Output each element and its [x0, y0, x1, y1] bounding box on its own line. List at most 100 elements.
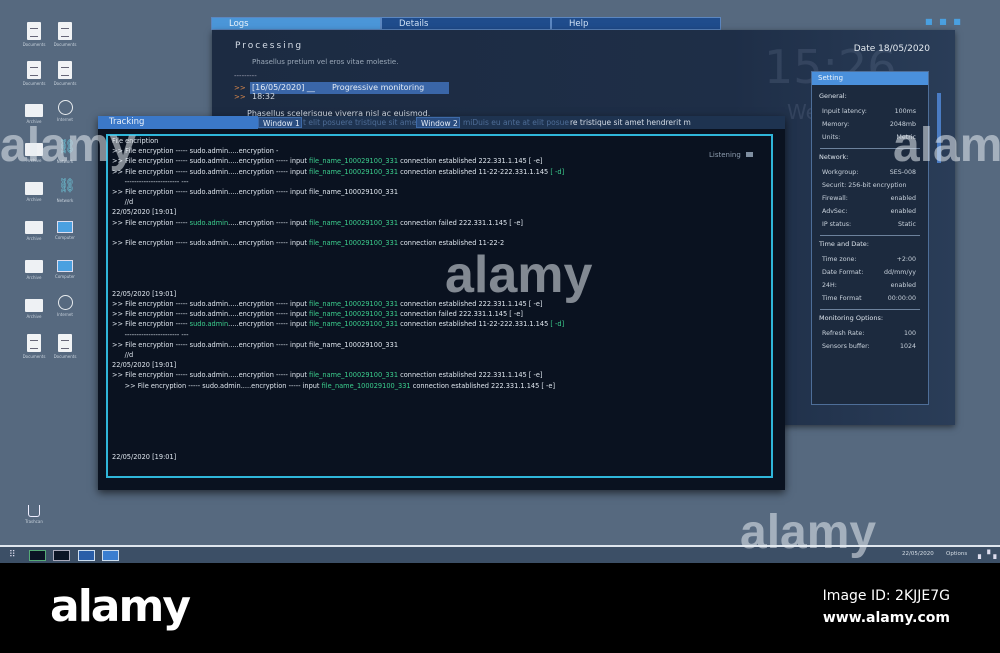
log-text: 22/05/2020 [19:01]: [112, 208, 177, 217]
desktop-icon-comp[interactable]: Computer: [50, 217, 80, 240]
setting-value: Metric: [896, 134, 916, 141]
tab-help[interactable]: Help: [551, 17, 721, 30]
mail-app-icon[interactable]: [78, 550, 95, 561]
desktop-icon-label: Documents: [53, 354, 77, 359]
desktop-icon-doc[interactable]: Documents: [50, 334, 80, 359]
tab-details[interactable]: Details: [381, 17, 551, 30]
log-line: >> File encryption ----- sudo.admin.....…: [112, 319, 564, 329]
desktop-icon-fold[interactable]: Archive: [19, 217, 49, 241]
divider: [820, 148, 920, 149]
alamy-url: www.alamy.com: [822, 610, 950, 626]
window-dots-icon[interactable]: ■ ■ ■: [925, 17, 963, 26]
settings-row: Memory: 2048mb: [812, 118, 928, 131]
network-icon: ⛓: [58, 178, 76, 194]
tracking-title[interactable]: Tracking: [98, 116, 258, 129]
log-text: >> File encryption -----: [112, 320, 190, 329]
desktop-icon-net[interactable]: ⛓ Network: [50, 178, 80, 203]
setting-label: 24H:: [822, 282, 837, 289]
settings-section-title: Time and Date:: [819, 240, 869, 248]
log-line: >> File encryption ----- sudo.admin.....…: [112, 309, 564, 319]
desktop-icon-label: Documents: [53, 42, 77, 47]
entry-date: [16/05/2020] __: [252, 83, 315, 92]
listening-indicator-icon: [745, 152, 753, 157]
apps-grid-icon[interactable]: ⠿: [9, 550, 19, 561]
trash-icon[interactable]: Trashcan: [19, 505, 49, 524]
top-tabs: Logs Details Help: [211, 17, 721, 30]
log-line: File encription: [112, 136, 564, 146]
divider-text: ---------: [234, 72, 257, 80]
desktop-icon-comp[interactable]: Computer: [50, 256, 80, 279]
tab-window-2[interactable]: Window 2: [416, 117, 460, 128]
setting-label: Date Format:: [822, 269, 864, 276]
desktop-icon-fold[interactable]: Archive: [19, 256, 49, 280]
setting-value: 1024: [899, 343, 916, 350]
desktop-icon-label: Network: [56, 198, 74, 203]
desktop-icon-fold[interactable]: Archive: [19, 295, 49, 319]
log-highlight: file_name_100029100_331: [309, 300, 399, 308]
setting-value: dd/mm/yy: [884, 269, 916, 276]
tab-logs[interactable]: Logs: [211, 17, 381, 30]
desktop-icon-fold[interactable]: Archive: [19, 100, 49, 124]
log-text: connection established 11-22-222.331.1.1…: [398, 167, 551, 176]
desktop-icon-label: Archive: [26, 275, 42, 280]
log-line: >> File encryption ----- sudo.admin.....…: [112, 299, 564, 309]
log-highlight: sudo.admin: [189, 218, 229, 227]
desktop-icon-label: Documents: [22, 354, 46, 359]
desktop-icon-doc[interactable]: Documents: [19, 22, 49, 47]
log-line: //d: [112, 197, 564, 207]
desktop-icon-doc[interactable]: Documents: [50, 61, 80, 86]
log-line: //d: [112, 350, 564, 360]
desktop-icon-doc[interactable]: Documents: [19, 334, 49, 359]
settings-section-title: General:: [819, 92, 847, 100]
desktop-icon-glob[interactable]: Internet: [50, 100, 80, 122]
log-text: 22/05/2020 [19:01]: [112, 452, 177, 461]
setting-value: 00:00:00: [887, 295, 916, 302]
options-button[interactable]: Options: [946, 551, 967, 557]
folder-icon: [25, 221, 43, 234]
desktop-icon-label: Archive: [26, 119, 42, 124]
desktop-icon-doc[interactable]: Documents: [19, 61, 49, 86]
log-text: >> File encryption ----- sudo.admin.....…: [112, 310, 310, 319]
document-icon: [58, 334, 72, 352]
setting-label: Time zone:: [822, 256, 857, 263]
log-text: connection established 222.331.1.145 [ -…: [398, 157, 543, 166]
log-text: .....encryption ----- input: [228, 320, 310, 329]
globe-icon: [57, 100, 73, 115]
log-line: >> File encryption ----- sudo.admin.....…: [112, 156, 564, 166]
desktop-icon-fold[interactable]: Archive: [19, 139, 49, 163]
log-highlight: file_name_100029100_331: [309, 310, 399, 319]
alamy-logo: alamy: [50, 581, 191, 632]
chart-app-icon[interactable]: [29, 550, 46, 561]
setting-label: IP status:: [822, 221, 852, 228]
log-text: >> File encryption ----- sudo.admin.....…: [112, 238, 310, 247]
settings-panel: Setting General: Inpuit latency: 100ms Memo…: [811, 71, 929, 405]
desktop-icon-label: Archive: [26, 314, 42, 319]
desktop-icon-fold[interactable]: Archive: [19, 178, 49, 202]
computer-icon: [57, 221, 73, 233]
mail-app-icon[interactable]: [102, 550, 119, 561]
settings-row: Sensors buffer: 1024: [812, 340, 928, 353]
watermark-band: alamy Image ID: 2KJJE7G www.alamy.com: [0, 563, 1000, 653]
scrollbar[interactable]: [937, 93, 941, 163]
setting-value: 100ms: [894, 108, 916, 115]
network-tray-icon[interactable]: ▖▝▗: [978, 550, 996, 561]
desktop-icon-glob[interactable]: Internet: [50, 295, 80, 317]
divider: [820, 235, 920, 236]
log-text: >> File encryption ----- sudo.admin.....…: [112, 300, 310, 308]
desktop-icon-doc[interactable]: Documents: [50, 22, 80, 47]
setting-label: Firewall:: [822, 195, 848, 202]
tab-window-1[interactable]: Window 1: [258, 117, 302, 128]
setting-value: enabled: [890, 208, 916, 215]
desktop-icon-label: Internet: [57, 312, 73, 317]
log-line: ----------------------- ---: [112, 177, 564, 187]
log-text: File encription: [112, 137, 159, 145]
desktop-icon-net[interactable]: ⛓ Network: [50, 139, 80, 164]
settings-section-title: Monitoring Options:: [819, 314, 884, 322]
desktop-icon-label: Archive: [26, 197, 42, 202]
desktop-icon-label: Internet: [57, 117, 73, 122]
window-app-icon[interactable]: [53, 550, 70, 561]
